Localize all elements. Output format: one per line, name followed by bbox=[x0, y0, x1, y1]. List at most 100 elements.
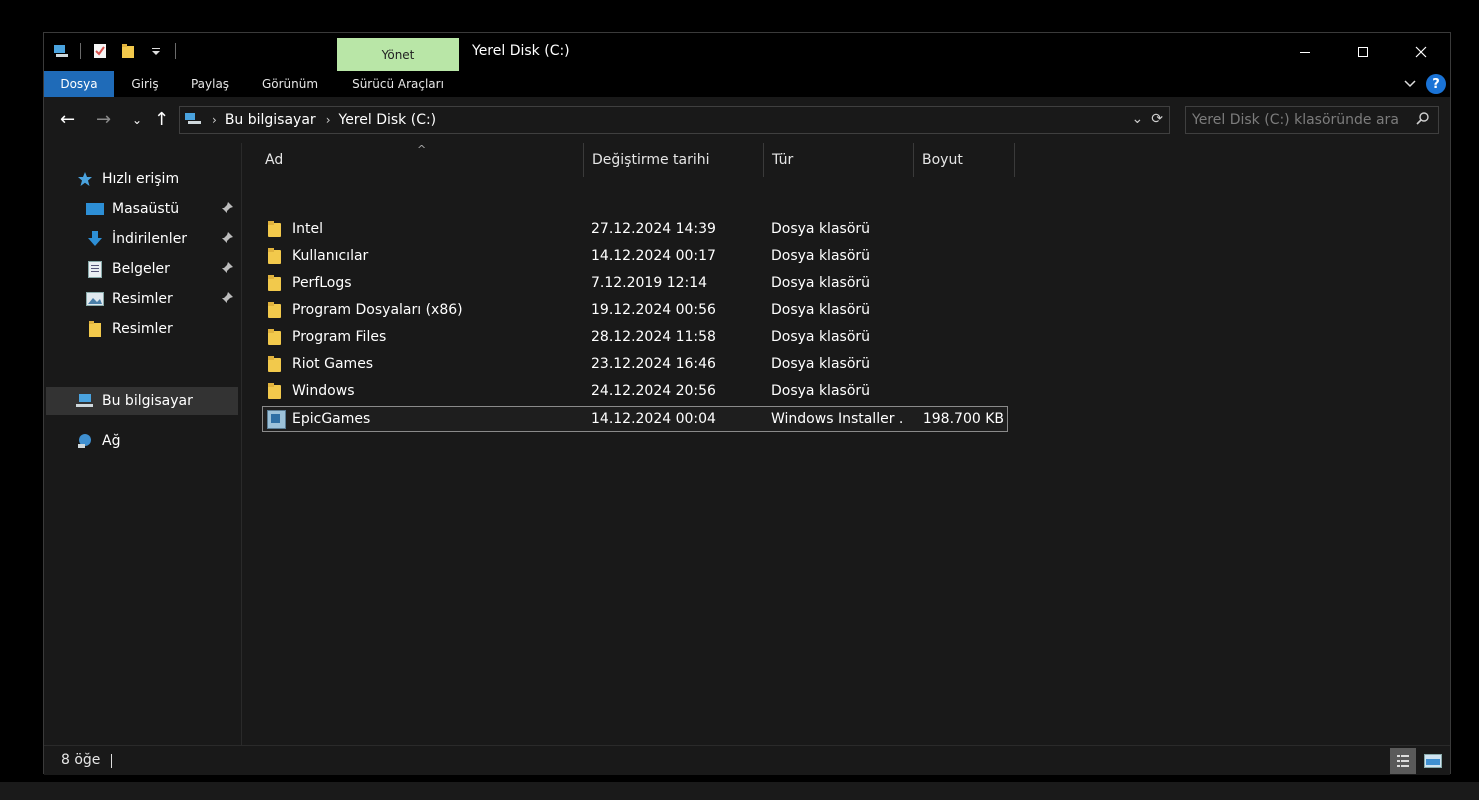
column-label: Ad bbox=[265, 152, 284, 168]
file-date: 7.12.2019 12:14 bbox=[591, 275, 708, 291]
tab-home[interactable]: Giriş bbox=[118, 71, 172, 97]
file-date: 28.12.2024 11:58 bbox=[591, 329, 716, 345]
maximize-button[interactable] bbox=[1334, 33, 1392, 71]
close-button[interactable] bbox=[1392, 33, 1450, 71]
toolbar-divider bbox=[175, 43, 176, 59]
pin-icon[interactable] bbox=[222, 232, 233, 246]
sidebar-item-pictures[interactable]: Resimler bbox=[86, 285, 236, 313]
column-header-size[interactable]: Boyut bbox=[914, 143, 1015, 177]
breadcrumb-separator: › bbox=[212, 113, 217, 127]
pictures-icon bbox=[86, 290, 104, 308]
folder-icon bbox=[268, 383, 283, 399]
tab-drive-tools[interactable]: Sürücü Araçları bbox=[342, 71, 454, 97]
file-date: 14.12.2024 00:04 bbox=[591, 411, 716, 427]
forward-button[interactable]: → bbox=[96, 109, 111, 130]
file-type: Dosya klasörü bbox=[771, 221, 871, 237]
file-row[interactable]: Program Files 28.12.2024 11:58 Dosya kla… bbox=[262, 325, 1008, 351]
help-icon[interactable]: ? bbox=[1426, 74, 1446, 94]
tab-view[interactable]: Görünüm bbox=[252, 71, 328, 97]
details-view-button[interactable] bbox=[1390, 748, 1416, 774]
sidebar-item-pictures-folder[interactable]: Resimler bbox=[86, 315, 236, 343]
file-type: Dosya klasörü bbox=[771, 356, 871, 372]
column-header-date[interactable]: Değiştirme tarihi bbox=[584, 143, 764, 177]
folder-icon bbox=[268, 275, 283, 291]
file-date: 23.12.2024 16:46 bbox=[591, 356, 716, 372]
file-date: 19.12.2024 00:56 bbox=[591, 302, 716, 318]
refresh-icon[interactable]: ⟳ bbox=[1151, 111, 1163, 127]
folder-icon bbox=[268, 356, 283, 372]
up-button[interactable]: ↑ bbox=[154, 109, 169, 130]
large-icons-view-button[interactable] bbox=[1420, 748, 1446, 774]
minimize-button[interactable] bbox=[1276, 33, 1334, 71]
ribbon-tabs: Dosya Giriş Paylaş Görünüm Sürücü Araçla… bbox=[44, 71, 1450, 97]
file-date: 14.12.2024 00:17 bbox=[591, 248, 716, 264]
computer-icon[interactable] bbox=[52, 42, 70, 60]
folder-icon bbox=[268, 302, 283, 318]
star-icon bbox=[76, 170, 94, 188]
file-type: Dosya klasörü bbox=[771, 248, 871, 264]
column-label: Tür bbox=[772, 152, 794, 168]
pin-icon[interactable] bbox=[222, 202, 233, 216]
folder-icon bbox=[86, 320, 104, 338]
title-bar: Yönet Yerel Disk (C:) bbox=[44, 33, 1450, 71]
sidebar-item-this-pc[interactable]: Bu bilgisayar bbox=[46, 387, 238, 415]
sidebar-item-label: Ağ bbox=[102, 433, 121, 449]
search-icon[interactable] bbox=[1416, 111, 1430, 129]
file-name: Program Files bbox=[292, 329, 387, 345]
address-dropdown-icon[interactable]: ⌄ bbox=[1132, 111, 1144, 127]
folder-icon bbox=[268, 248, 283, 264]
download-icon bbox=[86, 230, 104, 248]
sidebar-item-label: Resimler bbox=[112, 291, 173, 307]
sidebar-item-network[interactable]: Ağ bbox=[76, 427, 236, 455]
customize-dropdown-icon[interactable] bbox=[147, 42, 165, 60]
search-box[interactable]: Yerel Disk (C:) klasöründe ara bbox=[1185, 106, 1439, 134]
back-button[interactable]: ← bbox=[60, 109, 75, 130]
explorer-window: Yönet Yerel Disk (C:) Dosya Giriş Paylaş… bbox=[43, 32, 1451, 775]
file-row[interactable]: Program Dosyaları (x86) 19.12.2024 00:56… bbox=[262, 298, 1008, 324]
tab-manage[interactable]: Yönet bbox=[337, 38, 459, 71]
ribbon-right-controls: ? bbox=[1404, 74, 1446, 94]
file-row-selected[interactable]: EpicGames 14.12.2024 00:04 Windows Insta… bbox=[262, 406, 1008, 432]
column-label: Değiştirme tarihi bbox=[592, 152, 710, 168]
toolbar-divider bbox=[80, 43, 81, 59]
sidebar-item-label: İndirilenler bbox=[112, 231, 188, 247]
file-row[interactable]: PerfLogs 7.12.2019 12:14 Dosya klasörü bbox=[262, 271, 1008, 297]
file-name: Windows bbox=[292, 383, 355, 399]
sidebar-item-documents[interactable]: Belgeler bbox=[86, 255, 236, 283]
tab-file[interactable]: Dosya bbox=[44, 71, 114, 97]
window-title: Yerel Disk (C:) bbox=[472, 43, 570, 59]
file-list-pane: Ad ^ Değiştirme tarihi Tür Boyut Intel 2… bbox=[243, 143, 1450, 745]
breadcrumb-local-disk[interactable]: Yerel Disk (C:) bbox=[339, 112, 437, 128]
breadcrumb-this-pc[interactable]: Bu bilgisayar bbox=[225, 112, 316, 128]
installer-icon bbox=[267, 410, 286, 429]
file-row[interactable]: Riot Games 23.12.2024 16:46 Dosya klasör… bbox=[262, 352, 1008, 378]
sidebar-item-label: Masaüstü bbox=[112, 201, 180, 217]
sidebar-item-label: Resimler bbox=[112, 321, 173, 337]
computer-icon bbox=[184, 111, 202, 129]
properties-icon[interactable] bbox=[91, 42, 109, 60]
column-header-type[interactable]: Tür bbox=[764, 143, 914, 177]
sidebar-item-desktop[interactable]: Masaüstü bbox=[86, 195, 236, 223]
file-row[interactable]: Windows 24.12.2024 20:56 Dosya klasörü bbox=[262, 379, 1008, 405]
new-folder-icon[interactable] bbox=[119, 42, 137, 60]
address-bar[interactable]: › Bu bilgisayar › Yerel Disk (C:) ⌄ ⟳ bbox=[179, 106, 1170, 134]
sidebar-item-downloads[interactable]: İndirilenler bbox=[86, 225, 236, 253]
sidebar-item-label: Belgeler bbox=[112, 261, 170, 277]
search-input[interactable]: Yerel Disk (C:) klasöründe ara bbox=[1192, 112, 1399, 128]
file-name: Kullanıcılar bbox=[292, 248, 369, 264]
file-row[interactable]: Kullanıcılar 14.12.2024 00:17 Dosya klas… bbox=[262, 244, 1008, 270]
taskbar-edge bbox=[0, 782, 1479, 800]
file-row[interactable]: Intel 27.12.2024 14:39 Dosya klasörü bbox=[262, 217, 1008, 243]
tab-share[interactable]: Paylaş bbox=[182, 71, 238, 97]
file-name: Riot Games bbox=[292, 356, 374, 372]
sidebar-item-quick-access[interactable]: Hızlı erişim bbox=[76, 165, 236, 193]
expand-ribbon-icon[interactable] bbox=[1404, 77, 1416, 91]
pin-icon[interactable] bbox=[222, 292, 233, 306]
breadcrumb-separator: › bbox=[325, 113, 331, 127]
file-size: 198.700 KB bbox=[922, 411, 1004, 427]
folder-icon bbox=[268, 329, 283, 345]
column-label: Boyut bbox=[922, 152, 963, 168]
network-icon bbox=[76, 432, 94, 450]
pin-icon[interactable] bbox=[222, 262, 233, 276]
recent-locations-button[interactable]: ⌄ bbox=[132, 113, 142, 127]
